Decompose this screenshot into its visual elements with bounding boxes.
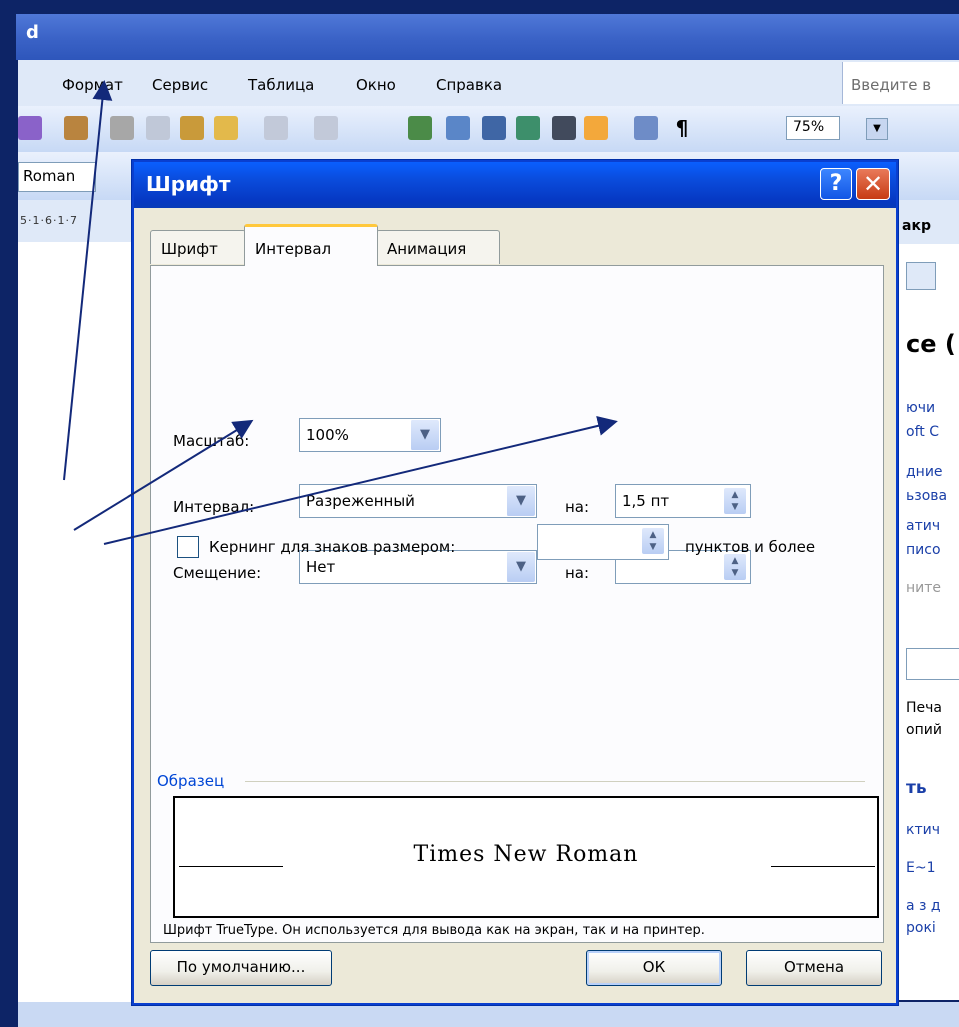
tab-animation[interactable]: Анимация bbox=[376, 230, 500, 264]
sample-legend: Образец bbox=[157, 772, 229, 790]
position-by-label: на: bbox=[565, 564, 590, 582]
hyperlink-icon[interactable] bbox=[408, 116, 432, 140]
tab-spacing[interactable]: Интервал bbox=[244, 224, 378, 266]
kerning-label: Кернинг для знаков размером: bbox=[209, 538, 456, 556]
ok-button[interactable]: ОК bbox=[586, 950, 722, 986]
tab-animation-label: Анимация bbox=[387, 240, 467, 258]
sample-underline-right bbox=[771, 866, 875, 867]
chevron-down-icon[interactable]: ▼ bbox=[506, 552, 535, 582]
menu-service[interactable]: Сервис bbox=[152, 76, 208, 94]
sample-note: Шрифт TrueType. Он используется для выво… bbox=[163, 923, 705, 938]
help-search-input[interactable]: Введите в bbox=[842, 62, 959, 104]
scale-value: 100% bbox=[306, 426, 349, 444]
spinner-icon[interactable]: ▲ ▼ bbox=[724, 554, 746, 580]
task-pane-header: акр bbox=[896, 200, 959, 244]
task-pane-title: акр bbox=[902, 218, 931, 234]
menu-help[interactable]: Справка bbox=[436, 76, 502, 94]
undo-icon[interactable] bbox=[264, 116, 288, 140]
spelling-icon[interactable] bbox=[18, 116, 42, 140]
scale-label: Масштаб: bbox=[173, 432, 250, 450]
menu-bar: Формат Сервис Таблица Окно Справка bbox=[0, 60, 959, 128]
spacing-by-input[interactable]: 1,5 пт ▲ ▼ bbox=[615, 484, 751, 518]
insert-excel-icon[interactable] bbox=[516, 116, 540, 140]
sample-divider bbox=[245, 781, 865, 782]
word-title-text: d bbox=[26, 22, 39, 43]
task-pane-link[interactable]: дние bbox=[906, 464, 943, 480]
task-pane-link[interactable]: атич bbox=[906, 518, 940, 534]
spinner-icon[interactable]: ▲ ▼ bbox=[724, 488, 746, 514]
sample-text: Times New Roman bbox=[413, 842, 639, 867]
kerning-size-input[interactable]: ▲ ▼ bbox=[537, 524, 669, 560]
spacing-select[interactable]: Разреженный ▼ bbox=[299, 484, 537, 518]
ruler: 5·1·6·1·7 bbox=[18, 200, 138, 242]
research-icon[interactable] bbox=[64, 116, 88, 140]
task-pane-heading-2: ть bbox=[906, 778, 927, 798]
tab-spacing-label: Интервал bbox=[255, 240, 332, 258]
task-pane-text: опий bbox=[906, 722, 942, 738]
task-pane-link[interactable]: oft C bbox=[906, 424, 939, 440]
tab-font-label: Шрифт bbox=[161, 240, 218, 258]
drawing-toolbar bbox=[18, 1002, 959, 1027]
dialog-title-bar[interactable]: Шрифт ? ✕ bbox=[134, 162, 896, 208]
position-value: Нет bbox=[306, 558, 336, 576]
show-formatting-icon[interactable]: ¶ bbox=[670, 116, 694, 140]
sample-preview: Times New Roman bbox=[173, 796, 879, 918]
zoom-input[interactable]: 75% bbox=[786, 116, 840, 140]
tab-panel: Масштаб: 100% ▼ Интервал: Разреженный ▼ … bbox=[150, 265, 884, 943]
close-button[interactable]: ✕ bbox=[856, 168, 890, 200]
chevron-down-icon[interactable]: ▼ bbox=[410, 420, 439, 450]
task-pane-link[interactable]: ктич bbox=[906, 822, 940, 838]
spinner-icon[interactable]: ▲ ▼ bbox=[642, 528, 664, 554]
word-title-bar: d bbox=[16, 14, 959, 60]
kerning-suffix: пунктов и более bbox=[685, 538, 816, 556]
menu-window[interactable]: Окно bbox=[356, 76, 396, 94]
font-dialog: Шрифт ? ✕ Шрифт Интервал Анимация Масшта… bbox=[132, 160, 898, 1005]
paste-icon[interactable] bbox=[180, 116, 204, 140]
help-button[interactable]: ? bbox=[820, 168, 852, 200]
task-pane-link[interactable]: а з д bbox=[906, 898, 941, 914]
insert-table-icon[interactable] bbox=[482, 116, 506, 140]
zoom-dropdown-icon[interactable]: ▼ bbox=[866, 118, 888, 140]
home-icon[interactable] bbox=[906, 262, 936, 290]
task-pane-text: Печа bbox=[906, 700, 942, 716]
task-pane-search-input[interactable] bbox=[906, 648, 959, 680]
copy-icon[interactable] bbox=[146, 116, 170, 140]
spacing-label: Интервал: bbox=[173, 498, 255, 516]
task-pane-link[interactable]: ьзова bbox=[906, 488, 947, 504]
spacing-value: Разреженный bbox=[306, 492, 415, 510]
tab-font[interactable]: Шрифт bbox=[150, 230, 246, 264]
task-pane-link[interactable]: писо bbox=[906, 542, 941, 558]
position-label: Смещение: bbox=[173, 564, 262, 582]
drawing-icon[interactable] bbox=[584, 116, 608, 140]
redo-icon[interactable] bbox=[314, 116, 338, 140]
dialog-title: Шрифт bbox=[146, 172, 231, 196]
cut-icon[interactable] bbox=[110, 116, 134, 140]
document-map-icon[interactable] bbox=[634, 116, 658, 140]
format-painter-icon[interactable] bbox=[214, 116, 238, 140]
scale-select[interactable]: 100% ▼ bbox=[299, 418, 441, 452]
task-pane-text: ните bbox=[906, 580, 942, 596]
cancel-button[interactable]: Отмена bbox=[746, 950, 882, 986]
menu-format[interactable]: Формат bbox=[62, 76, 123, 94]
font-name-input[interactable]: Roman bbox=[18, 162, 96, 192]
task-pane-link[interactable]: E~1 bbox=[906, 860, 935, 876]
task-pane-heading: ce ( bbox=[906, 330, 956, 358]
kerning-checkbox[interactable] bbox=[177, 536, 199, 558]
task-pane: акр ce ( ючи oft C дние ьзова атич писо … bbox=[896, 200, 959, 1000]
task-pane-link[interactable]: рокі bbox=[906, 920, 936, 936]
window-edge bbox=[0, 60, 18, 128]
menu-table[interactable]: Таблица bbox=[248, 76, 314, 94]
task-pane-link[interactable]: ючи bbox=[906, 400, 935, 416]
columns-icon[interactable] bbox=[552, 116, 576, 140]
spacing-by-label: на: bbox=[565, 498, 590, 516]
tables-borders-icon[interactable] bbox=[446, 116, 470, 140]
spacing-by-value: 1,5 пт bbox=[622, 492, 670, 510]
document-area[interactable] bbox=[18, 242, 138, 1002]
default-button[interactable]: По умолчанию... bbox=[150, 950, 332, 986]
chevron-down-icon[interactable]: ▼ bbox=[506, 486, 535, 516]
